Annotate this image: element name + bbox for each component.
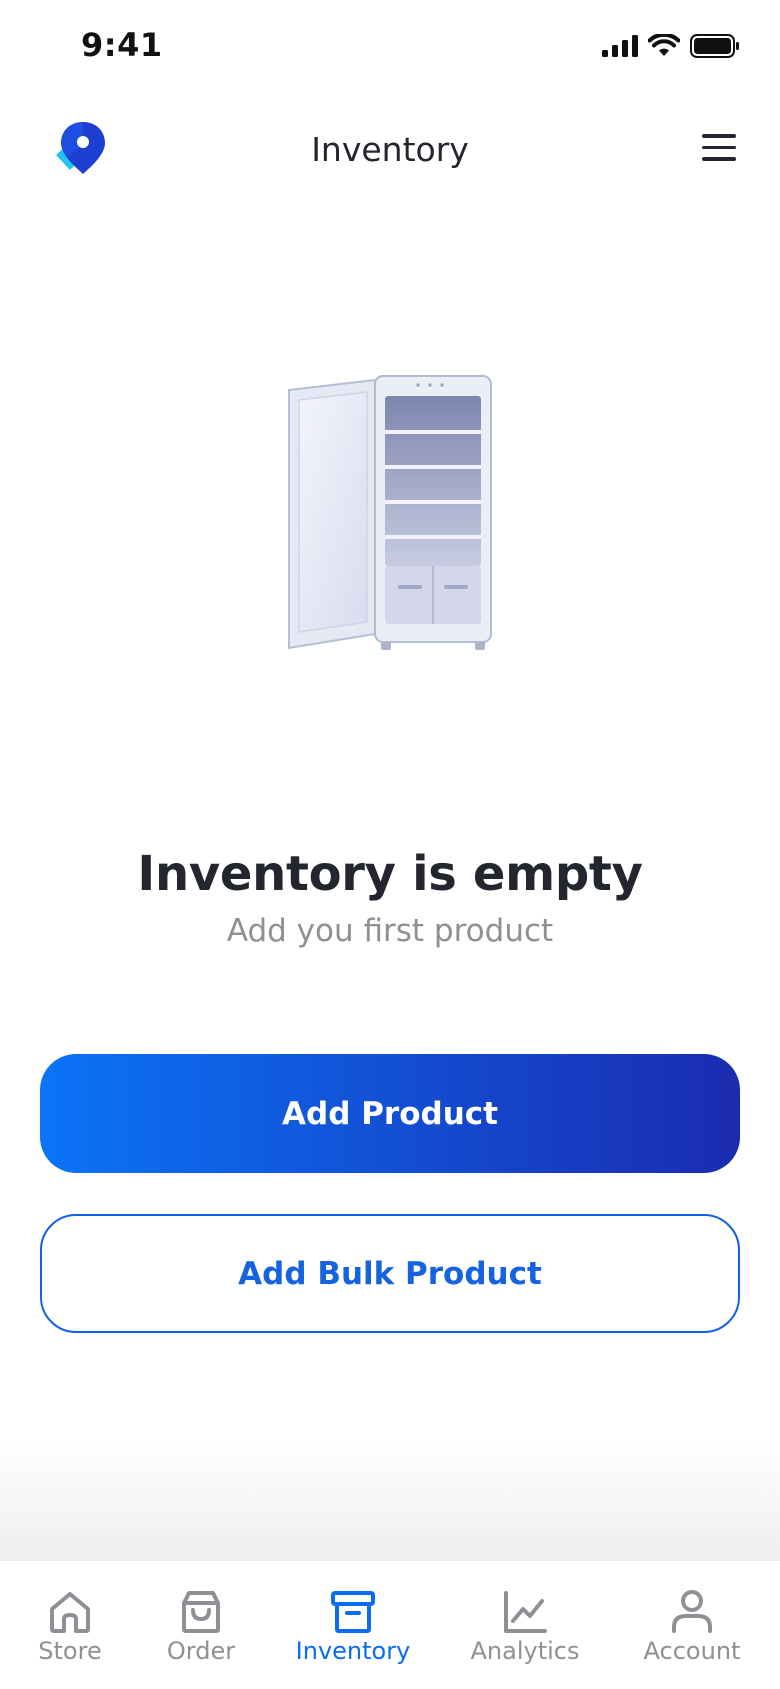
chart-line-icon	[504, 1591, 547, 1633]
empty-state-title: Inventory is empty	[137, 846, 643, 902]
tab-label: Account	[643, 1637, 741, 1665]
empty-fridge-illustration	[288, 375, 492, 650]
status-bar: 9:41	[0, 0, 780, 95]
home-icon	[50, 1592, 90, 1633]
battery-icon	[690, 34, 739, 58]
status-time: 9:41	[81, 26, 163, 64]
tab-analytics[interactable]: Analytics	[450, 1561, 600, 1689]
cellular-signal-icon	[602, 35, 638, 57]
add-product-button[interactable]: Add Product	[40, 1054, 740, 1173]
archive-box-icon	[331, 1591, 375, 1633]
status-icons	[602, 34, 740, 58]
hamburger-icon	[702, 134, 736, 138]
tab-label: Analytics	[470, 1637, 580, 1665]
tab-account[interactable]: Account	[617, 1561, 767, 1689]
shopping-bag-icon	[182, 1591, 220, 1633]
tab-label: Store	[38, 1637, 102, 1665]
bottom-fade	[0, 1440, 780, 1560]
bottom-tab-bar: Store Order Inventory Analytics Account	[0, 1560, 780, 1689]
wifi-icon	[648, 34, 680, 56]
empty-state-subtitle: Add you first product	[226, 913, 554, 949]
tab-label: Order	[166, 1637, 236, 1665]
tab-order[interactable]: Order	[126, 1561, 276, 1689]
user-icon	[672, 1590, 712, 1633]
page-title: Inventory	[311, 130, 469, 169]
app-header: Inventory	[0, 110, 780, 190]
menu-button[interactable]	[702, 134, 736, 162]
tab-store[interactable]: Store	[0, 1561, 145, 1689]
add-bulk-product-button[interactable]: Add Bulk Product	[40, 1214, 740, 1333]
tab-label: Inventory	[295, 1637, 411, 1665]
tab-inventory[interactable]: Inventory	[278, 1561, 428, 1689]
